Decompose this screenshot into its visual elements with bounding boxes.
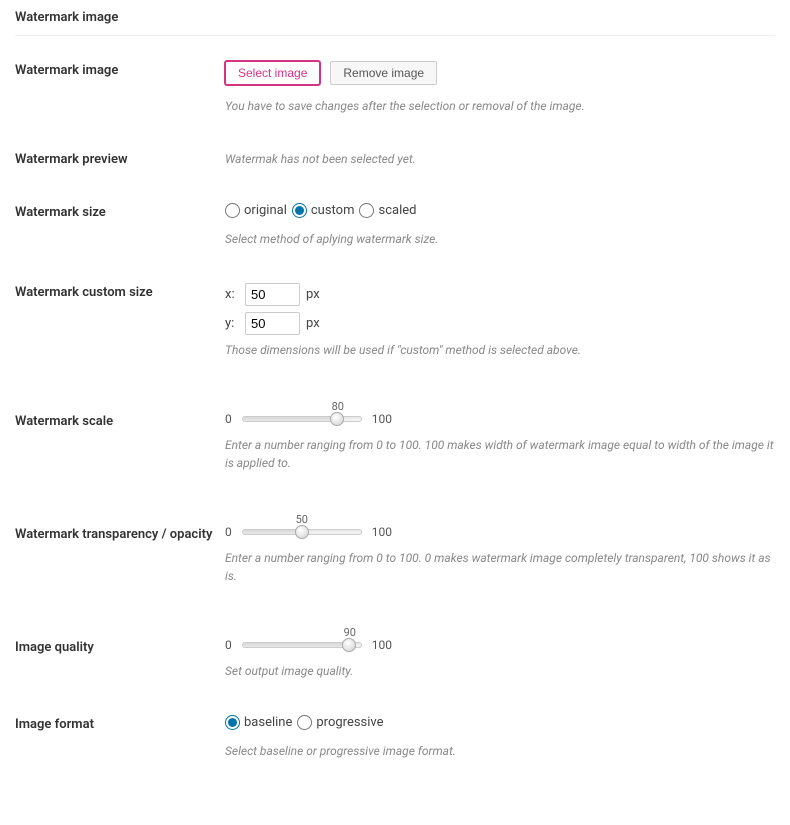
scale-slider[interactable] (242, 416, 362, 422)
row-watermark-image: Watermark image Select image Remove imag… (15, 61, 775, 115)
row-watermark-preview: Watermark preview Watermak has not been … (15, 150, 775, 168)
x-unit: px (306, 287, 320, 302)
help-custom-size: Those dimensions will be used if "custom… (225, 341, 775, 359)
section-title: Watermark image (15, 10, 775, 36)
transparency-max: 100 (372, 525, 392, 539)
radio-size-scaled[interactable] (359, 203, 374, 218)
row-transparency: Watermark transparency / opacity 0 50 10… (15, 507, 775, 585)
remove-image-button[interactable]: Remove image (330, 61, 437, 85)
row-custom-size: Watermark custom size x: px y: px Those … (15, 283, 775, 359)
radio-label-baseline[interactable]: baseline (244, 715, 292, 730)
x-label: x: (225, 287, 239, 302)
label-watermark-image: Watermark image (15, 61, 225, 115)
label-custom-size: Watermark custom size (15, 283, 225, 359)
radio-label-progressive[interactable]: progressive (316, 715, 383, 730)
help-image-format: Select baseline or progressive image for… (225, 742, 775, 760)
quality-min: 0 (225, 638, 232, 652)
transparency-min: 0 (225, 525, 232, 539)
transparency-slider[interactable] (242, 529, 362, 535)
quality-slider-thumb[interactable] (342, 638, 356, 652)
radio-format-progressive[interactable] (297, 715, 312, 730)
radio-size-custom[interactable] (292, 203, 307, 218)
scale-slider-thumb[interactable] (330, 412, 344, 426)
scale-max: 100 (372, 412, 392, 426)
scale-min: 0 (225, 412, 232, 426)
label-watermark-scale: Watermark scale (15, 394, 225, 472)
input-custom-x[interactable] (245, 283, 300, 306)
help-transparency: Enter a number ranging from 0 to 100. 0 … (225, 549, 775, 585)
help-watermark-scale: Enter a number ranging from 0 to 100. 10… (225, 436, 775, 472)
radio-label-scaled[interactable]: scaled (378, 203, 416, 218)
help-watermark-image: You have to save changes after the selec… (225, 97, 775, 115)
radio-size-original[interactable] (225, 203, 240, 218)
y-unit: px (306, 316, 320, 331)
preview-text: Watermak has not been selected yet. (225, 150, 775, 168)
row-image-quality: Image quality 0 90 100 Set output image … (15, 620, 775, 680)
quality-value: 90 (344, 626, 356, 639)
radio-format-baseline[interactable] (225, 715, 240, 730)
radio-label-custom[interactable]: custom (311, 203, 355, 218)
quality-max: 100 (372, 638, 392, 652)
help-image-quality: Set output image quality. (225, 662, 775, 680)
label-image-quality: Image quality (15, 620, 225, 680)
label-watermark-preview: Watermark preview (15, 150, 225, 168)
row-watermark-scale: Watermark scale 0 80 100 Enter a number … (15, 394, 775, 472)
row-watermark-size: Watermark size original custom scaled Se… (15, 203, 775, 248)
help-watermark-size: Select method of aplying watermark size. (225, 230, 775, 248)
label-transparency: Watermark transparency / opacity (15, 507, 225, 585)
transparency-slider-thumb[interactable] (295, 525, 309, 539)
label-image-format: Image format (15, 715, 225, 760)
radio-label-original[interactable]: original (244, 203, 287, 218)
y-label: y: (225, 316, 239, 331)
quality-slider[interactable] (242, 642, 362, 648)
select-image-button[interactable]: Select image (225, 61, 320, 85)
row-image-format: Image format baseline progressive Select… (15, 715, 775, 760)
label-watermark-size: Watermark size (15, 203, 225, 248)
input-custom-y[interactable] (245, 312, 300, 335)
